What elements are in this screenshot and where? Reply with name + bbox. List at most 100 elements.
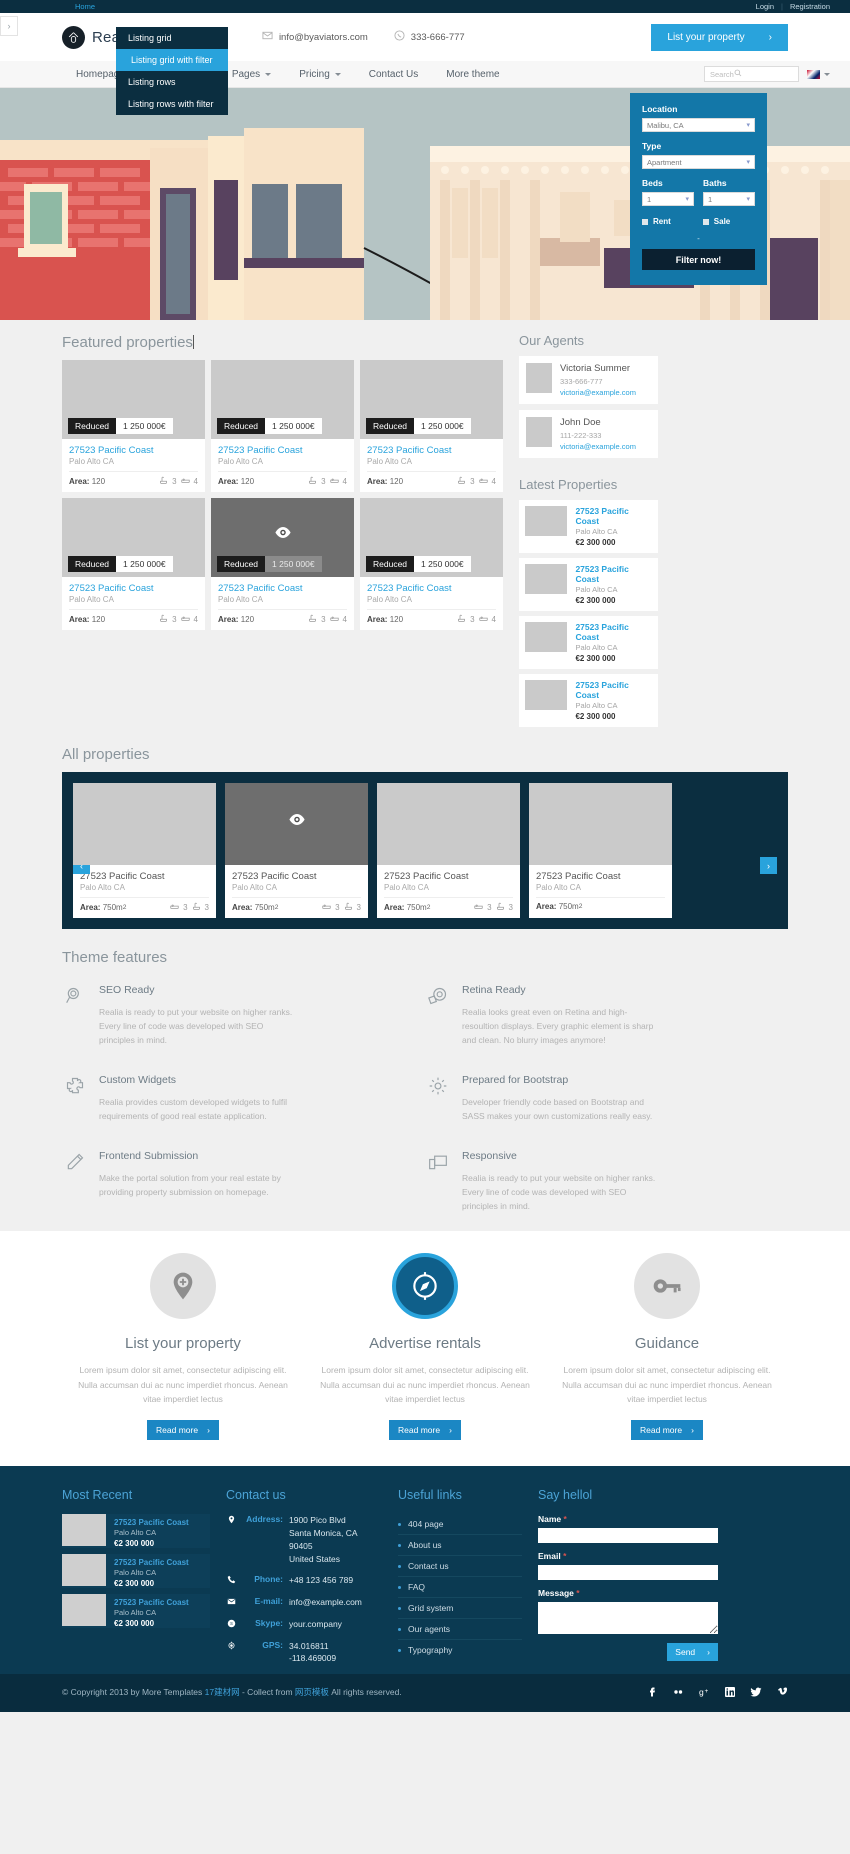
eye-icon[interactable] [274,527,291,541]
baths-select[interactable]: 1 ▾ [703,192,755,206]
header-email[interactable]: info@byaviators.com [262,30,368,44]
property-thumbnail [73,783,216,865]
footer-link-about-us[interactable]: About us [398,1535,522,1557]
property-title[interactable]: 27523 Pacific Coast [367,445,496,456]
agent-email[interactable]: victoria@example.com [560,388,636,397]
latest-property-item[interactable]: 27523 Pacific Coast Palo Alto CA €2 300 … [519,674,658,727]
search-input[interactable]: Search [704,66,799,82]
property-thumbnail [529,783,672,865]
feature-title: Prepared for Bootstrap [462,1074,569,1087]
footer-property-item[interactable]: 27523 Pacific Coast Palo Alto CA €2 300 … [62,1554,210,1589]
nav-item-more-theme[interactable]: More theme [432,61,513,87]
property-price: €2 300 000 [114,1579,155,1589]
footer-link-contact-us[interactable]: Contact us [398,1556,522,1578]
property-title[interactable]: 27523 Pacific Coast [575,506,652,526]
latest-property-item[interactable]: 27523 Pacific Coast Palo Alto CA €2 300 … [519,500,658,553]
nav-label: More theme [446,68,500,80]
beds-select[interactable]: 1 ▾ [642,192,694,206]
side-tab-toggle[interactable]: › [0,16,18,36]
property-title[interactable]: 27523 Pacific Coast [80,871,209,882]
sidebar: Our Agents Victoria Summer 333-666-777 v… [519,320,658,732]
header-phone[interactable]: 333-666-777 [394,30,465,44]
property-title[interactable]: 27523 Pacific Coast [536,871,665,882]
footer-link-grid-system[interactable]: Grid system [398,1598,522,1620]
agent-card[interactable]: John Doe 111-222-333 victoria@example.co… [519,410,658,458]
read-more-button[interactable]: Read more › [147,1420,219,1441]
carousel-property-card[interactable]: 27523 Pacific Coast Palo Alto CA Area: 7… [73,783,216,918]
linkedin-icon[interactable] [724,1686,736,1700]
property-title[interactable]: 27523 Pacific Coast [218,583,347,594]
footer-link-faq[interactable]: FAQ [398,1577,522,1599]
property-title[interactable]: 27523 Pacific Coast [218,445,347,456]
property-title[interactable]: 27523 Pacific Coast [575,622,652,642]
property-card[interactable]: Reduced 1 250 000€ 27523 Pacific Coast Pa… [211,360,354,492]
all-properties-carousel: ‹ › 27523 Pacific Coast Palo Alto CA Are… [62,772,788,929]
agent-card[interactable]: Victoria Summer 333-666-777 victoria@exa… [519,356,658,404]
property-title[interactable]: 27523 Pacific Coast [575,680,652,700]
twitter-icon[interactable] [750,1686,762,1700]
google-plus-icon[interactable]: g + [698,1686,710,1700]
dropdown-item-listing-rows-with-filter[interactable]: Listing rows with filter [116,93,228,115]
copyright-link-2[interactable]: 网页模板 [295,1687,329,1697]
flickr-icon[interactable] [672,1686,684,1700]
carousel-property-card[interactable]: 27523 Pacific Coast Palo Alto CA Area: 7… [377,783,520,918]
property-title[interactable]: 27523 Pacific Coast [367,583,496,594]
login-link[interactable]: Login [756,2,774,11]
footer-property-item[interactable]: 27523 Pacific Coast Palo Alto CA €2 300 … [62,1514,210,1549]
carousel-next-button[interactable]: › [760,857,777,874]
latest-property-item[interactable]: 27523 Pacific Coast Palo Alto CA €2 300 … [519,616,658,669]
copyright-link-1[interactable]: 17建材网 [205,1687,240,1697]
footer-most-recent: Most Recent 27523 Pacific Coast Palo Alt… [62,1488,210,1674]
registration-link[interactable]: Registration [790,2,830,11]
location-select[interactable]: Malibu, CA ▾ [642,118,755,132]
message-field[interactable] [538,1602,718,1635]
property-title[interactable]: 27523 Pacific Coast [575,564,652,584]
magnifier-icon [62,984,88,1047]
property-card[interactable]: Reduced 1 250 000€ 27523 Pacific Coast Pa… [62,498,205,630]
property-title[interactable]: 27523 Pacific Coast [384,871,513,882]
property-card[interactable]: Reduced 1 250 000€ 27523 Pacific Coast Pa… [360,360,503,492]
language-selector[interactable] [807,69,830,79]
eye-icon[interactable] [288,813,305,828]
property-title[interactable]: 27523 Pacific Coast [232,871,361,882]
nav-item-contact-us[interactable]: Contact Us [355,61,432,87]
dropdown-item-listing-rows[interactable]: Listing rows [116,71,228,93]
read-more-button[interactable]: Read more › [389,1420,461,1441]
footer-link-our-agents[interactable]: Our agents [398,1619,522,1641]
property-title[interactable]: 27523 Pacific Coast [114,1514,189,1527]
agent-email[interactable]: victoria@example.com [560,442,636,451]
area-label: Area: [367,615,388,624]
reduced-badge: Reduced [68,556,117,572]
property-title[interactable]: 27523 Pacific Coast [114,1554,189,1567]
read-more-button[interactable]: Read more › [631,1420,703,1441]
name-field[interactable] [538,1528,718,1544]
filter-now-button[interactable]: Filter now! [642,249,755,270]
nav-item-pricing[interactable]: Pricing [285,61,355,87]
property-title[interactable]: 27523 Pacific Coast [69,445,198,456]
topbar-home-link[interactable]: Home [75,2,95,11]
footer-property-item[interactable]: 27523 Pacific Coast Palo Alto CA €2 300 … [62,1594,210,1629]
dropdown-item-listing-grid[interactable]: Listing grid [116,27,228,49]
property-title[interactable]: 27523 Pacific Coast [114,1594,189,1607]
property-card[interactable]: Reduced 1 250 000€ 27523 Pacific Coast Pa… [211,498,354,630]
rent-checkbox[interactable]: Rent [642,217,671,226]
email-field[interactable] [538,1565,718,1581]
property-card[interactable]: Reduced 1 250 000€ 27523 Pacific Coast Pa… [360,498,503,630]
dropdown-item-listing-grid-with-filter[interactable]: Listing grid with filter [116,49,228,71]
property-card[interactable]: Reduced 1 250 000€ 27523 Pacific Coast Pa… [62,360,205,492]
carousel-property-card[interactable]: 27523 Pacific Coast Palo Alto CA Area: 7… [225,783,368,918]
type-select[interactable]: Apartment ▾ [642,155,755,169]
facebook-icon[interactable] [646,1686,658,1700]
baths-value: 1 [708,194,713,204]
footer-link-404-page[interactable]: 404 page [398,1514,522,1536]
property-price: €2 300 000 [575,712,616,721]
send-button[interactable]: Send › [667,1643,718,1662]
carousel-property-card[interactable]: 27523 Pacific Coast Palo Alto CA Area: 7… [529,783,672,918]
latest-property-item[interactable]: 27523 Pacific Coast Palo Alto CA €2 300 … [519,558,658,611]
list-your-property-button[interactable]: List your property › [651,23,788,51]
vimeo-icon[interactable] [776,1686,788,1700]
footer-link-typography[interactable]: Typography [398,1640,522,1660]
sale-checkbox[interactable]: Sale [702,217,730,226]
property-title[interactable]: 27523 Pacific Coast [69,583,198,594]
contact-value[interactable]: info@example.com [289,1596,362,1609]
